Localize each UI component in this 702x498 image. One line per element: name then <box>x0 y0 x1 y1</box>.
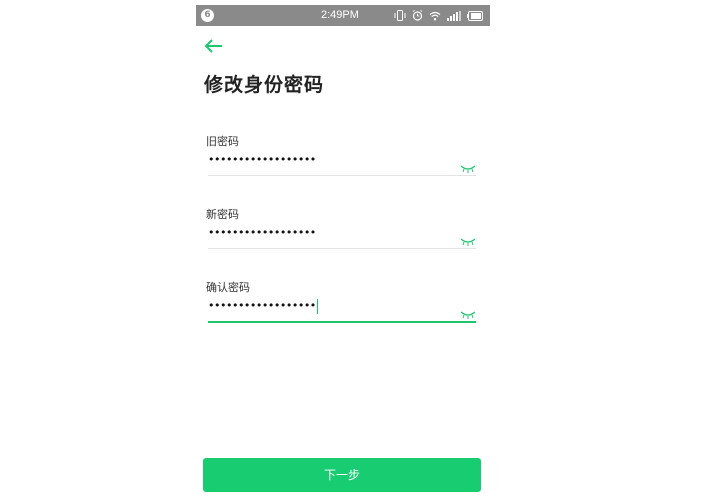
confirm-password-label: 确认密码 <box>206 281 250 294</box>
confirm-password-value: •••••••••••••••••• <box>208 299 316 312</box>
back-button[interactable] <box>204 38 226 56</box>
old-password-input[interactable]: •••••••••••••••••• <box>208 152 448 168</box>
confirm-password-underline <box>208 321 476 323</box>
new-password-label: 新密码 <box>206 208 239 221</box>
arrow-left-icon <box>204 39 222 53</box>
text-caret <box>316 298 319 314</box>
page-title: 修改身份密码 <box>204 74 325 96</box>
new-password-underline <box>208 248 476 249</box>
wifi-icon <box>429 11 441 21</box>
status-time: 2:49PM <box>321 9 359 21</box>
status-bar: 6 2:49PM <box>196 5 490 26</box>
eye-closed-icon[interactable] <box>460 232 476 246</box>
vibrate-icon <box>394 10 406 21</box>
eye-closed-icon[interactable] <box>460 159 476 173</box>
next-button[interactable]: 下一步 <box>203 458 481 492</box>
alarm-icon <box>412 10 423 21</box>
old-password-label: 旧密码 <box>206 135 239 148</box>
phone-screen: 6 2:49PM 修改身份密码 旧密码 •••••••••••••••••• 新… <box>196 0 490 498</box>
old-password-underline <box>208 175 476 176</box>
confirm-password-input[interactable]: •••••••••••••••••• <box>208 298 448 314</box>
new-password-input[interactable]: •••••••••••••••••• <box>208 225 448 241</box>
notification-badge: 6 <box>201 9 214 22</box>
signal-icon <box>447 10 461 21</box>
battery-icon <box>467 10 484 21</box>
eye-closed-icon[interactable] <box>460 305 476 319</box>
status-icons <box>394 8 484 23</box>
